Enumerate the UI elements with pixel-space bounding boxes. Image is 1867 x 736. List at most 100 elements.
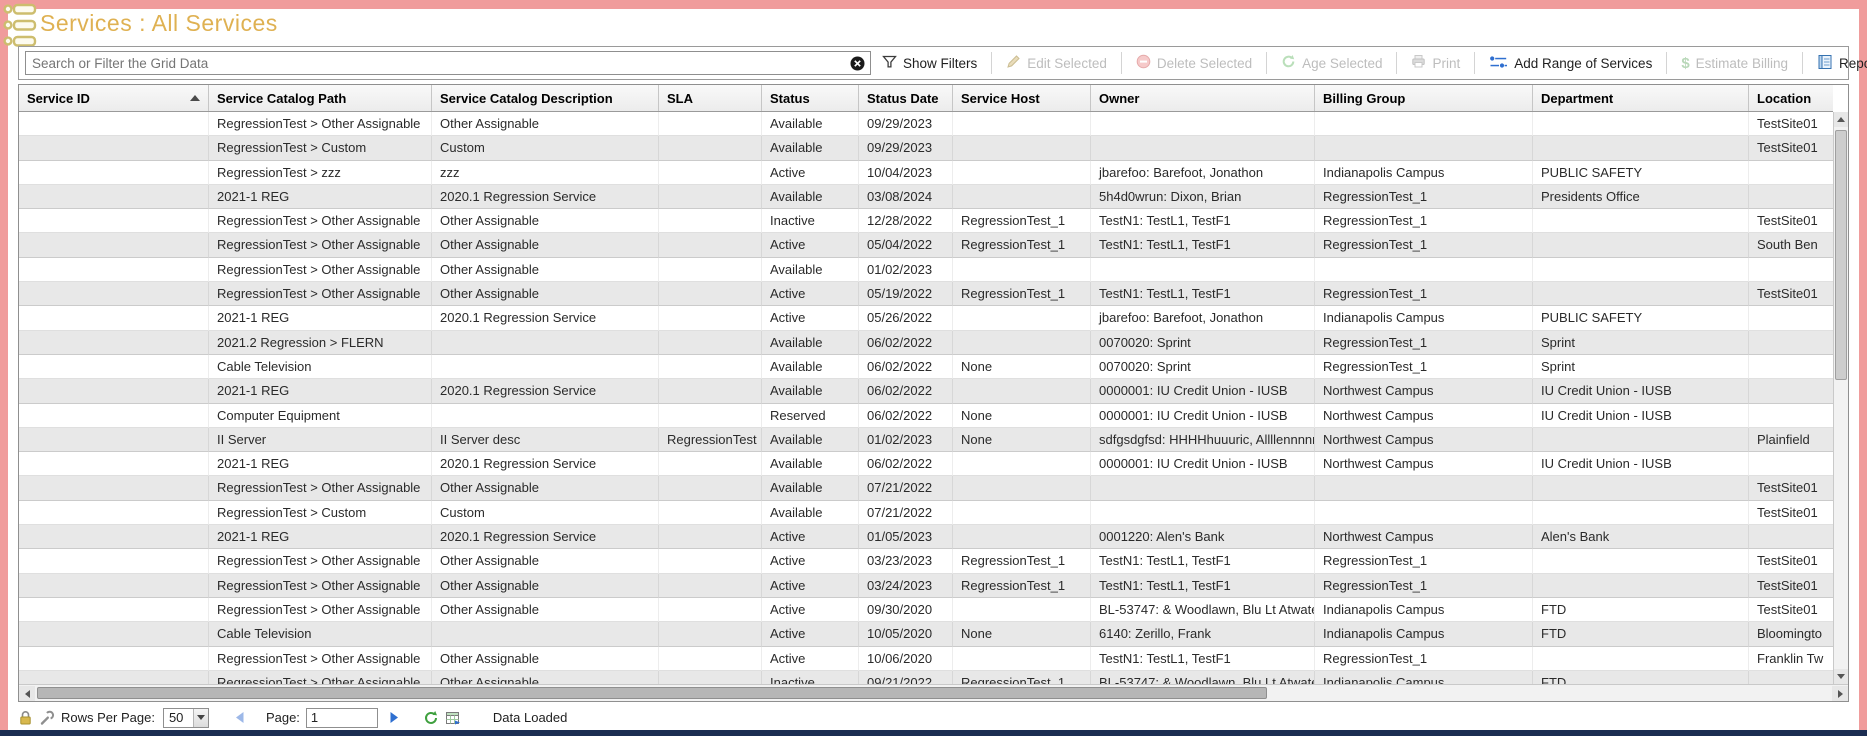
cell-service-catalog-path: 2021-1 REG [209,379,432,403]
table-row[interactable]: Computer EquipmentReserved06/02/2022None… [19,404,1833,428]
cell-service-id [19,525,209,549]
cell-billing-group [1315,136,1533,160]
cell-service-catalog-description: II Server desc [432,428,659,452]
add-range-of-services-button[interactable]: Add Range of Services [1482,50,1659,76]
table-row[interactable]: 2021-1 REG2020.1 Regression ServiceAvail… [19,185,1833,209]
scroll-right-button[interactable] [1832,686,1848,701]
triangle-left-icon [25,690,30,698]
cell-department: Presidents Office [1533,185,1749,209]
dollar-icon: $ [1681,55,1689,72]
table-row[interactable]: RegressionTest > Other AssignableOther A… [19,258,1833,282]
cell-location: South Ben [1749,233,1833,257]
cell-status-date: 06/02/2022 [859,331,953,355]
cell-owner [1091,476,1315,500]
table-row[interactable]: 2021-1 REG2020.1 Regression ServiceAvail… [19,379,1833,403]
cell-service-host: RegressionTest_1 [953,574,1091,598]
export-grid-icon[interactable] [445,710,461,726]
wrench-icon[interactable] [39,710,55,726]
column-header-service-host[interactable]: Service Host [953,85,1091,111]
cell-service-catalog-path: 2021-1 REG [209,452,432,476]
table-row[interactable]: RegressionTest > Other AssignableOther A… [19,112,1833,136]
column-header-service-catalog-path[interactable]: Service Catalog Path [209,85,432,111]
cell-service-host: None [953,355,1091,379]
table-row[interactable]: RegressionTest > Other AssignableOther A… [19,671,1833,684]
table-row[interactable]: 2021-1 REG2020.1 Regression ServiceAvail… [19,452,1833,476]
show-filters-button[interactable]: Show Filters [875,50,984,76]
cell-location [1749,671,1833,684]
table-row[interactable]: RegressionTest > Other AssignableOther A… [19,549,1833,573]
table-row[interactable]: 2021-1 REG2020.1 Regression ServiceActiv… [19,306,1833,330]
column-header-status[interactable]: Status [762,85,859,111]
scroll-left-button[interactable] [19,686,35,701]
table-row[interactable]: RegressionTest > zzzzzzActive10/04/2023j… [19,161,1833,185]
cell-billing-group: RegressionTest_1 [1315,355,1533,379]
table-row[interactable]: RegressionTest > Other AssignableOther A… [19,574,1833,598]
cell-sla [659,161,762,185]
print-button[interactable]: Print [1404,50,1467,76]
window-frame-top [0,0,1867,9]
column-header-service-id[interactable]: Service ID [19,85,209,111]
column-header-status-date[interactable]: Status Date [859,85,953,111]
cell-status: Available [762,501,859,525]
cell-service-host: RegressionTest_1 [953,282,1091,306]
table-row[interactable]: 2021-1 REG2020.1 Regression ServiceActiv… [19,525,1833,549]
cell-service-catalog-description [432,355,659,379]
table-row[interactable]: RegressionTest > Other AssignableOther A… [19,233,1833,257]
column-header-owner[interactable]: Owner [1091,85,1315,111]
cell-owner: BL-53747: & Woodlawn, Blu Lt Atwater [1091,671,1315,684]
cell-service-catalog-description [432,622,659,646]
refresh-icon[interactable] [423,710,439,726]
table-row[interactable]: RegressionTest > Other AssignableOther A… [19,647,1833,671]
cell-service-id [19,355,209,379]
horizontal-scroll-thumb[interactable] [37,687,1267,699]
cell-service-id [19,185,209,209]
cell-department [1533,428,1749,452]
cell-sla [659,598,762,622]
estimate-billing-label: Estimate Billing [1696,56,1788,71]
table-row[interactable]: RegressionTest > Other AssignableOther A… [19,598,1833,622]
column-header-location[interactable]: Location [1749,85,1833,111]
scroll-down-button[interactable] [1834,669,1848,684]
report-button[interactable]: Report [1810,50,1867,76]
estimate-billing-button[interactable]: $ Estimate Billing [1674,50,1795,76]
age-selected-button[interactable]: Age Selected [1274,50,1389,76]
cell-service-catalog-path: 2021-1 REG [209,306,432,330]
table-row[interactable]: Cable TelevisionActive10/05/2020None6140… [19,622,1833,646]
next-page-button[interactable] [384,711,405,724]
cell-department [1533,282,1749,306]
cell-service-host: None [953,622,1091,646]
edit-selected-button[interactable]: Edit Selected [999,50,1114,76]
lock-icon[interactable] [18,710,33,726]
search-input[interactable] [25,51,871,75]
vertical-scroll-thumb[interactable] [1835,130,1847,380]
cell-status-date: 05/26/2022 [859,306,953,330]
column-header-sla[interactable]: SLA [659,85,762,111]
previous-page-button[interactable] [229,711,250,724]
table-row[interactable]: RegressionTest > CustomCustomAvailable07… [19,501,1833,525]
table-row[interactable]: Cable TelevisionAvailable06/02/2022None0… [19,355,1833,379]
column-header-billing-group[interactable]: Billing Group [1315,85,1533,111]
table-row[interactable]: RegressionTest > Other AssignableOther A… [19,209,1833,233]
rows-per-page-select[interactable]: 50 [163,708,209,728]
table-row[interactable]: RegressionTest > Other AssignableOther A… [19,476,1833,500]
delete-selected-button[interactable]: Delete Selected [1129,50,1259,76]
cell-owner [1091,136,1315,160]
table-row[interactable]: II ServerII Server descRegressionTestAva… [19,428,1833,452]
cell-location: TestSite01 [1749,209,1833,233]
clear-search-icon[interactable] [850,56,865,71]
column-header-service-catalog-description[interactable]: Service Catalog Description [432,85,659,111]
table-row[interactable]: RegressionTest > Other AssignableOther A… [19,282,1833,306]
column-header-department[interactable]: Department [1533,85,1749,111]
cell-service-id [19,306,209,330]
page-input[interactable] [306,708,378,728]
vertical-scrollbar[interactable] [1833,112,1848,684]
cell-status: Inactive [762,209,859,233]
cell-status: Active [762,549,859,573]
scroll-up-button[interactable] [1834,112,1848,127]
delete-circle-icon [1136,54,1151,72]
horizontal-scrollbar[interactable] [19,684,1848,701]
table-row[interactable]: 2021.2 Regression > FLERNAvailable06/02/… [19,331,1833,355]
cell-service-catalog-description: Other Assignable [432,233,659,257]
cell-department [1533,112,1749,136]
table-row[interactable]: RegressionTest > CustomCustomAvailable09… [19,136,1833,160]
